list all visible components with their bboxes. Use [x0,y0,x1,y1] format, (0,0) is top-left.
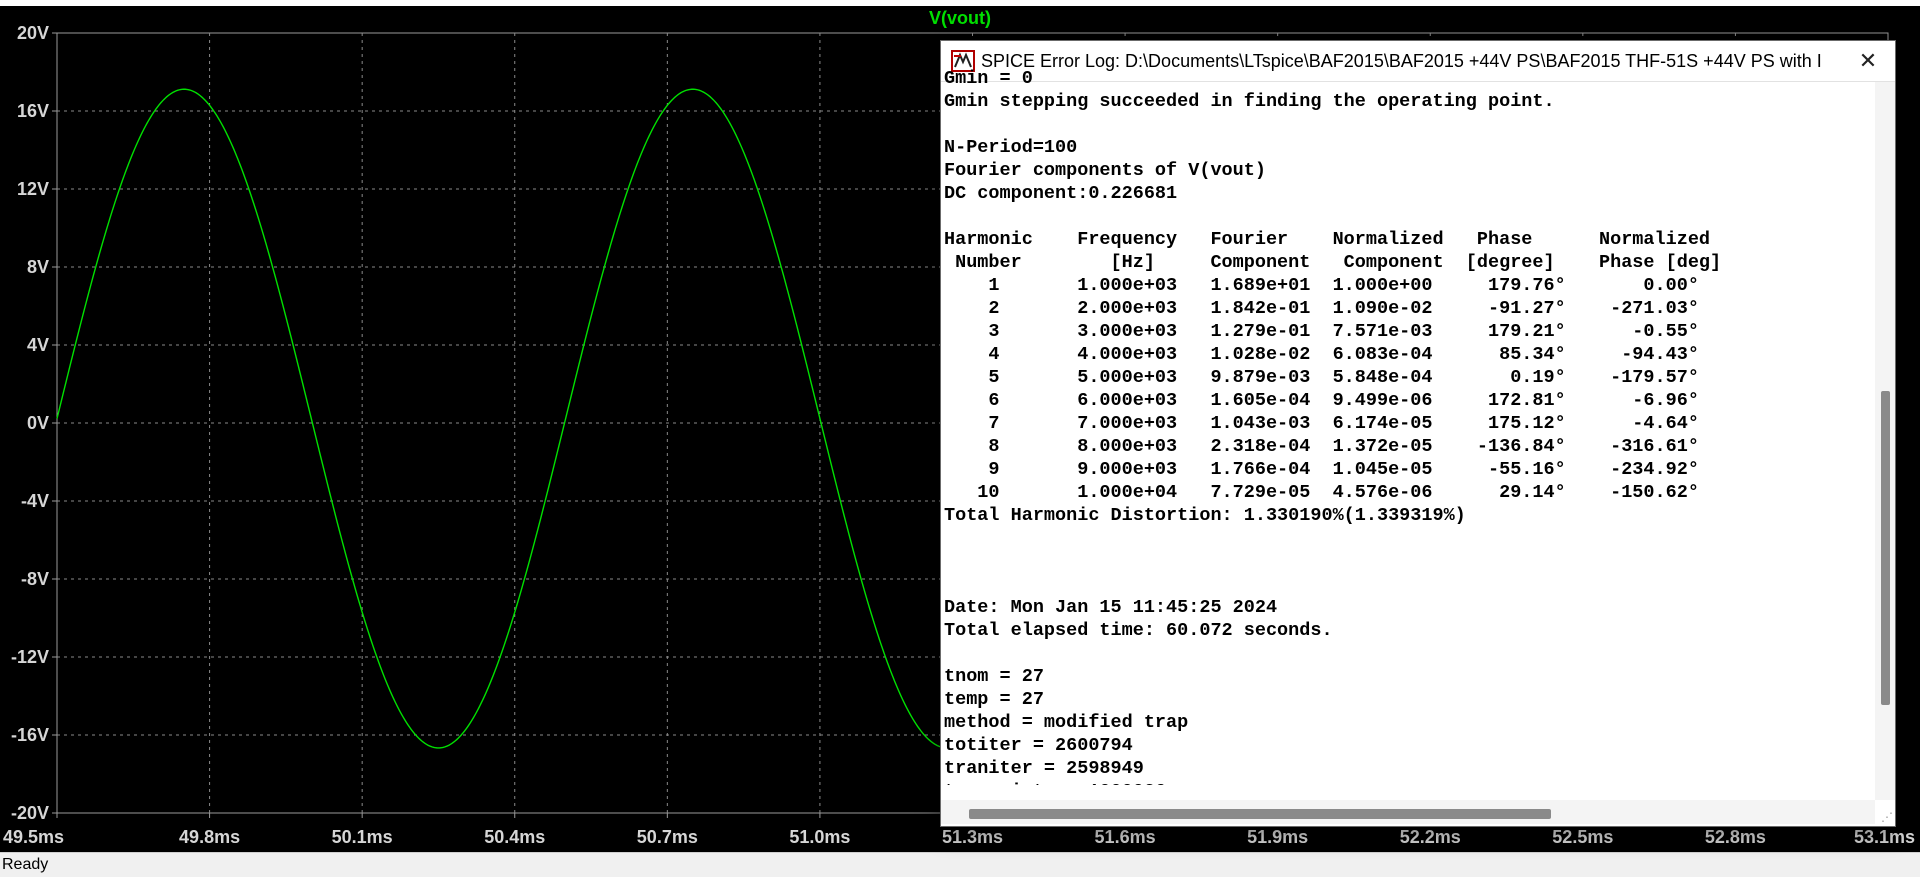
log-line: 8 8.000e+03 2.318e-04 1.372e-05 -136.84°… [944,436,1699,457]
y-tick-label: 16V [17,101,49,121]
y-tick-label: 4V [27,335,49,355]
log-line: 9 9.000e+03 1.766e-04 1.045e-05 -55.16° … [944,459,1699,480]
x-tick-label: 52.8ms [1705,827,1766,847]
horizontal-scrollbar[interactable] [941,800,1875,824]
x-tick-label: 53.1ms [1854,827,1915,847]
x-tick-label: 51.6ms [1095,827,1156,847]
log-line: 6 6.000e+03 1.605e-04 9.499e-06 172.81° … [944,390,1699,411]
vertical-scroll-thumb[interactable] [1881,391,1890,705]
spice-error-log-window[interactable]: SPICE Error Log: D:\Documents\LTspice\BA… [940,40,1896,827]
x-tick-label: 51.9ms [1247,827,1308,847]
log-line: Harmonic Frequency Fourier Normalized Ph… [944,229,1711,250]
x-tick-label: 51.0ms [789,827,850,847]
resize-grip-icon[interactable]: ⋰ [1879,810,1893,824]
log-line: temp = 27 [944,689,1044,710]
x-tick-label: 50.1ms [332,827,393,847]
log-line: method = modified trap [944,712,1189,733]
y-tick-label: -8V [21,569,49,589]
y-tick-label: -16V [11,725,49,745]
log-line: 1 1.000e+03 1.689e+01 1.000e+00 179.76° … [944,275,1699,296]
log-line: Fourier components of V(vout) [944,160,1266,181]
vertical-scrollbar[interactable] [1875,82,1895,800]
x-tick-label: 50.4ms [484,827,545,847]
y-tick-label: 0V [27,413,49,433]
log-line: Number [Hz] Component Component [degree]… [944,252,1722,273]
horizontal-scroll-thumb[interactable] [969,809,1551,819]
log-line: 5 5.000e+03 9.879e-03 5.848e-04 0.19° -1… [944,367,1699,388]
x-tick-label: 52.2ms [1400,827,1461,847]
x-tick-label: 52.5ms [1552,827,1613,847]
x-tick-label: 50.7ms [637,827,698,847]
log-line: Gmin stepping succeeded in finding the o… [944,91,1555,112]
log-line: Gmin = 0 [944,68,1033,89]
log-line: totiter = 2600794 [944,735,1133,756]
status-bar: Ready [0,852,1920,877]
y-tick-label: -12V [11,647,49,667]
log-line: tranpoints = 1000026 [944,780,1872,785]
y-tick-label: 12V [17,179,49,199]
x-tick-label: 51.3ms [942,827,1003,847]
y-tick-label: -4V [21,491,49,511]
log-line: 3 3.000e+03 1.279e-01 7.571e-03 179.21° … [944,321,1699,342]
x-tick-label: 49.8ms [179,827,240,847]
log-line: traniter = 2598949 [944,758,1144,779]
y-tick-label: 8V [27,257,49,277]
log-line: Total Harmonic Distortion: 1.330190%(1.3… [944,505,1466,526]
log-line: Total elapsed time: 60.072 seconds. [944,620,1333,641]
log-line: Date: Mon Jan 15 11:45:25 2024 [944,597,1278,618]
y-tick-label: 20V [17,23,49,43]
log-line: 4 4.000e+03 1.028e-02 6.083e-04 85.34° -… [944,344,1699,365]
log-line: DC component:0.226681 [944,183,1178,204]
log-line: tnom = 27 [944,666,1044,687]
log-text-area[interactable]: Gmin = 0 Gmin stepping succeeded in findi… [944,67,1872,785]
log-line: 7 7.000e+03 1.043e-03 6.174e-05 175.12° … [944,413,1699,434]
log-line: N-Period=100 [944,137,1078,158]
y-tick-label: -20V [11,803,49,823]
log-line: 2 2.000e+03 1.842e-01 1.090e-02 -91.27° … [944,298,1699,319]
x-tick-label: 49.5ms [3,827,64,847]
status-text: Ready [2,856,49,873]
log-line: 10 1.000e+04 7.729e-05 4.576e-06 29.14° … [944,482,1699,503]
